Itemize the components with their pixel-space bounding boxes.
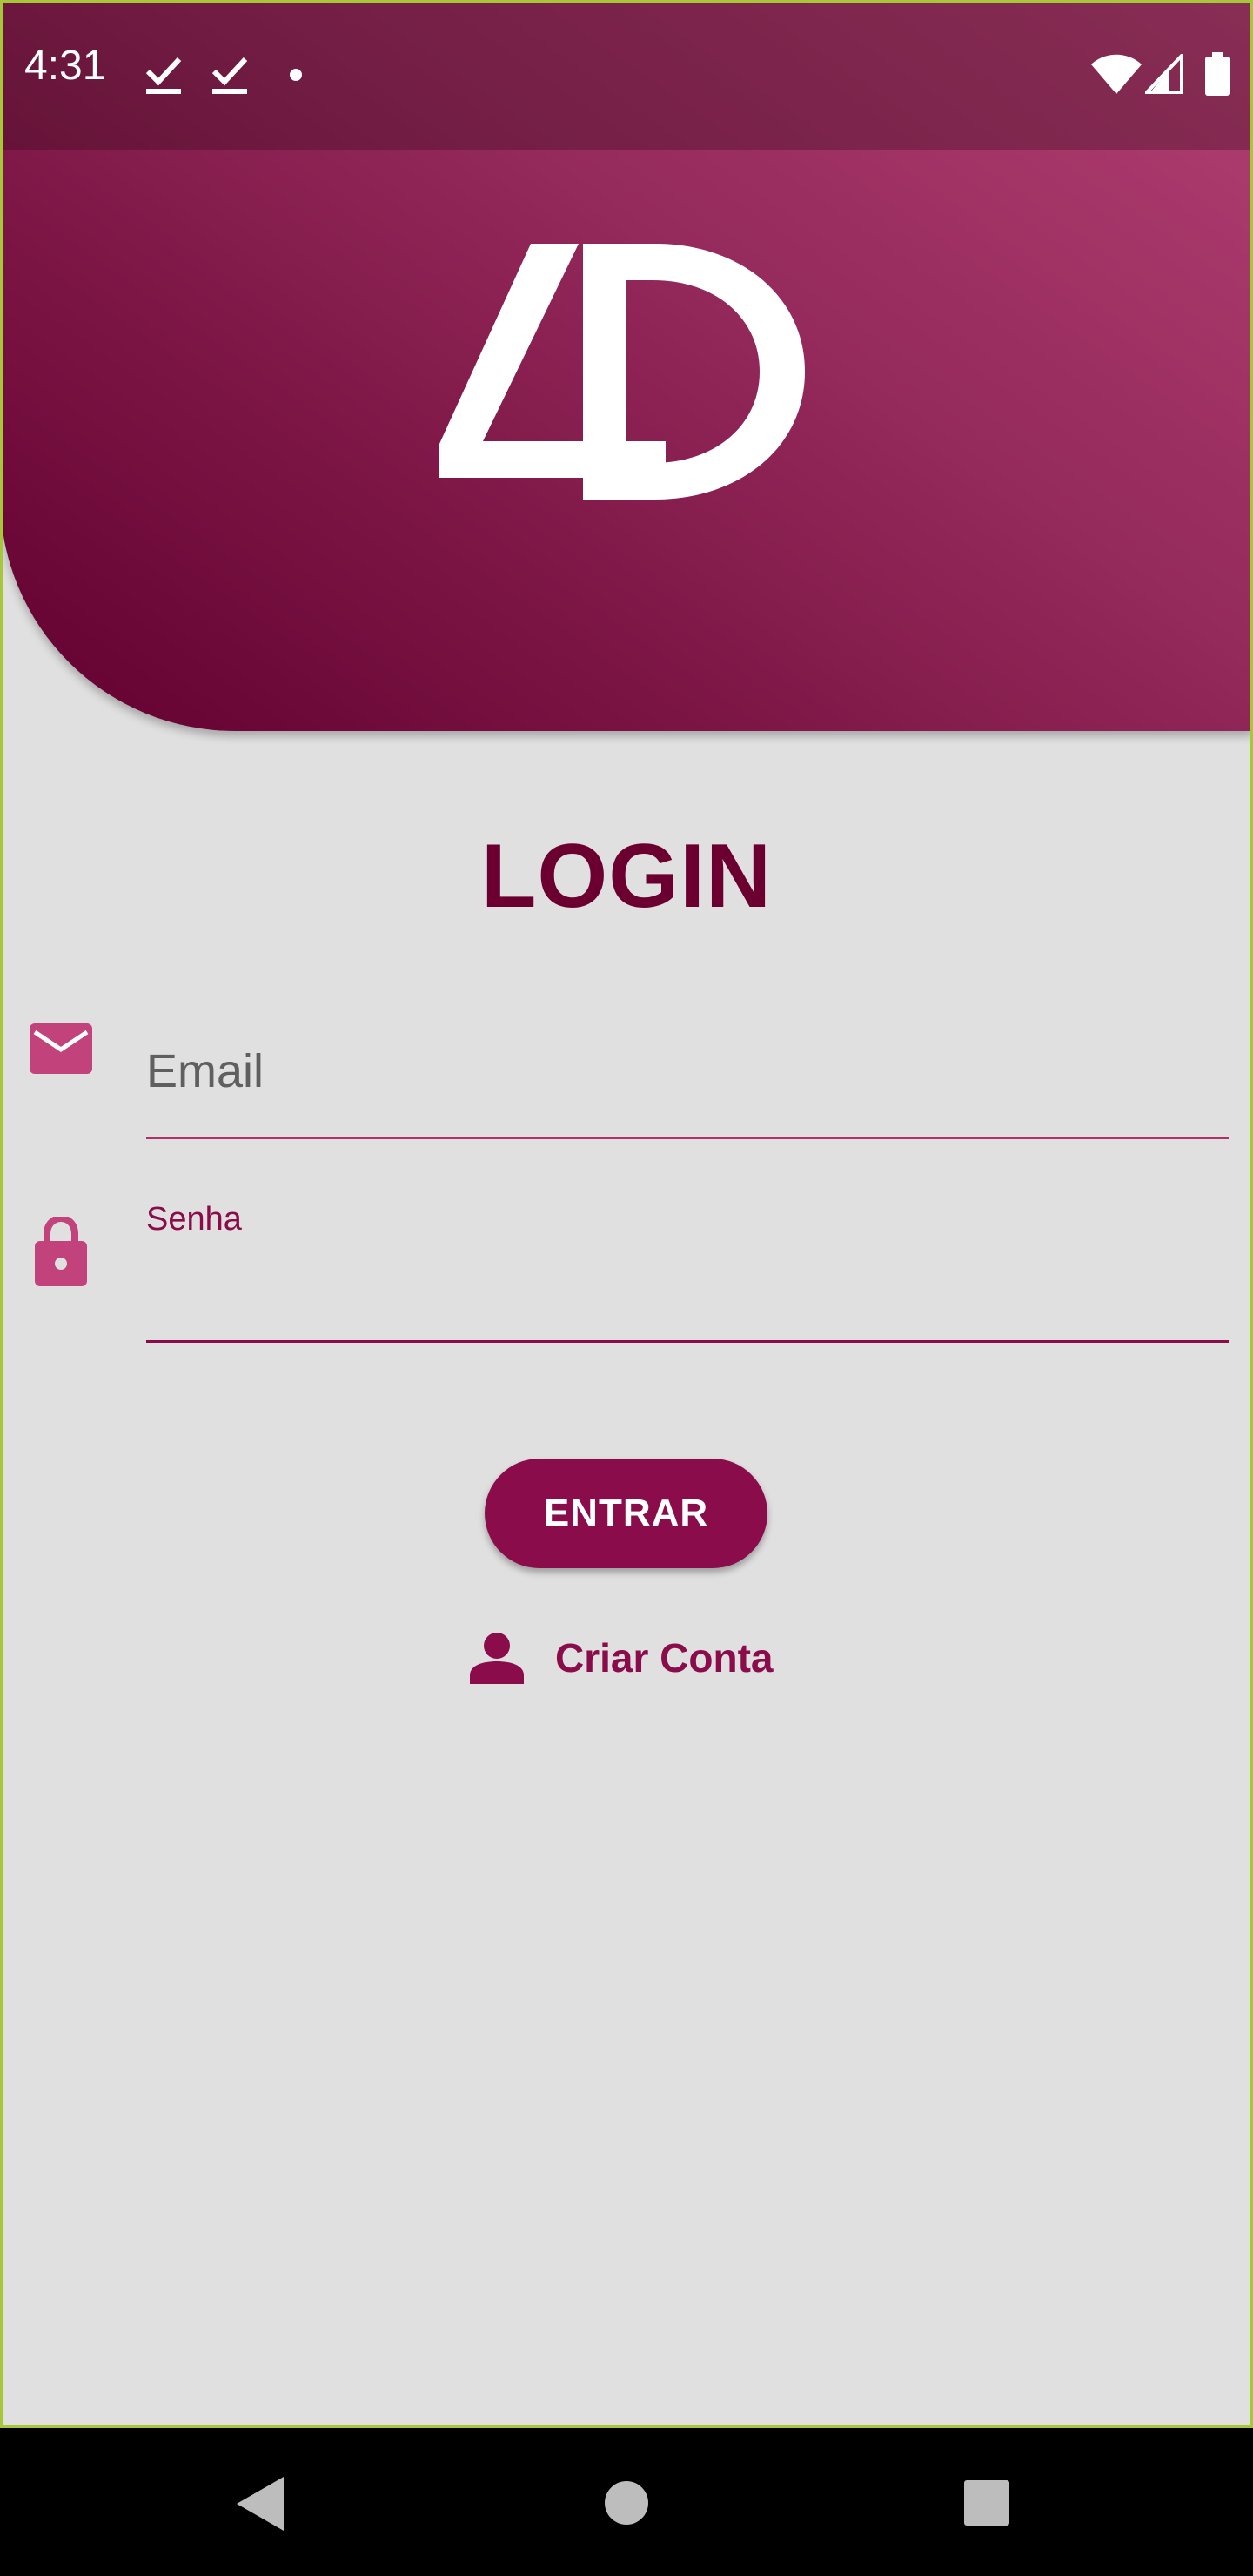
- status-bar: 4:31: [0, 0, 1253, 150]
- app-logo: [439, 244, 805, 500]
- signal-icon: [1145, 54, 1183, 94]
- create-account-link[interactable]: Criar Conta: [470, 1627, 773, 1688]
- person-icon: [470, 1633, 524, 1684]
- dot-icon: [290, 69, 302, 81]
- mail-icon: [30, 1023, 92, 1074]
- check-icon: [145, 57, 182, 94]
- check-icon: [211, 57, 248, 94]
- wifi-icon: [1091, 54, 1142, 94]
- login-title: LOGIN: [480, 826, 773, 927]
- recents-icon[interactable]: [964, 2480, 1009, 2526]
- create-account-label: Criar Conta: [555, 1635, 774, 1680]
- back-icon[interactable]: [237, 2477, 285, 2531]
- navigation-bar: [0, 2428, 1253, 2576]
- app-screen: 4:31 LOGIN Email Senha ENTRAR Criar Cont…: [0, 0, 1253, 2428]
- email-placeholder: Email: [146, 1045, 265, 1097]
- password-underline: [146, 1340, 1229, 1343]
- email-underline: [146, 1137, 1229, 1139]
- lock-icon: [35, 1217, 87, 1286]
- home-icon[interactable]: [604, 2480, 649, 2526]
- status-time: 4:31: [24, 43, 106, 89]
- password-label: Senha: [146, 1201, 242, 1238]
- entrar-button[interactable]: ENTRAR: [485, 1459, 767, 1568]
- battery-icon: [1205, 52, 1230, 96]
- email-field[interactable]: Email: [146, 1027, 1229, 1140]
- password-field[interactable]: Senha: [146, 1201, 1229, 1347]
